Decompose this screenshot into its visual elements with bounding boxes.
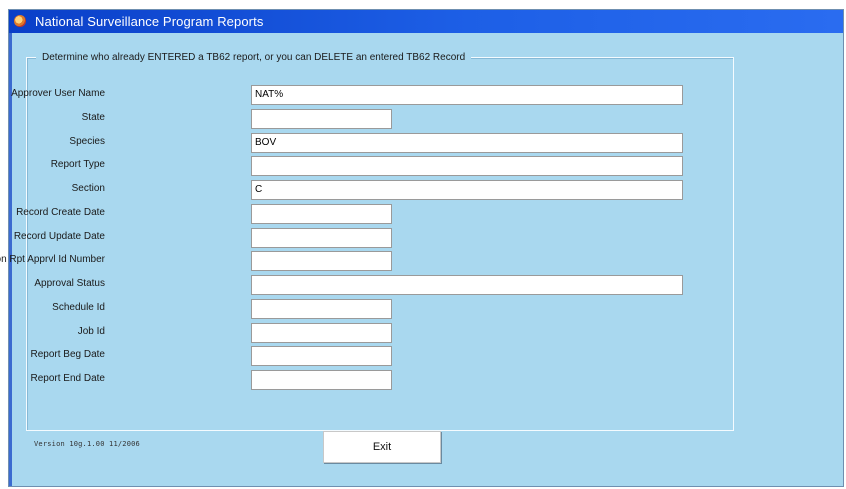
label-mon-rpt-apprvl-id: Mon Rpt Apprvl Id Number xyxy=(0,254,105,265)
app-icon xyxy=(13,14,29,30)
titlebar: National Surveillance Program Reports xyxy=(9,10,843,33)
record-create-date-field[interactable] xyxy=(251,204,392,224)
row-record-create-date: Record Create Date xyxy=(9,204,709,224)
row-report-type: Report Type xyxy=(9,156,709,176)
row-section: Section C xyxy=(9,180,709,200)
label-state: State xyxy=(81,112,105,123)
window-title: National Surveillance Program Reports xyxy=(35,14,264,29)
exit-button[interactable]: Exit xyxy=(323,431,441,463)
label-schedule-id: Schedule Id xyxy=(52,302,105,313)
label-report-beg-date: Report Beg Date xyxy=(30,349,106,360)
row-job-id: Job Id xyxy=(9,323,709,343)
report-type-field[interactable] xyxy=(251,156,683,176)
label-approval-status: Approval Status xyxy=(34,278,105,289)
row-schedule-id: Schedule Id xyxy=(9,299,709,319)
job-id-field[interactable] xyxy=(251,323,392,343)
state-field[interactable] xyxy=(251,109,392,129)
approver-user-name-field[interactable]: NAT% xyxy=(251,85,683,105)
label-section: Section xyxy=(71,183,105,194)
record-update-date-field[interactable] xyxy=(251,228,392,248)
approval-status-field[interactable] xyxy=(251,275,683,295)
row-record-update-date: Record Update Date xyxy=(9,228,709,248)
label-record-update-date: Record Update Date xyxy=(13,231,105,242)
row-report-beg-date: Report Beg Date xyxy=(9,346,709,366)
row-approver-user-name: Approver User Name NAT% xyxy=(9,85,709,105)
row-approval-status: Approval Status xyxy=(9,275,709,295)
version-text: Version 10g.1.00 11/2006 xyxy=(34,440,140,448)
label-job-id: Job Id xyxy=(77,326,105,337)
schedule-id-field[interactable] xyxy=(251,299,392,319)
report-beg-date-field[interactable] xyxy=(251,346,392,366)
label-record-create-date: Record Create Date xyxy=(16,207,105,218)
report-window: National Surveillance Program Reports De… xyxy=(0,9,844,487)
report-end-date-field[interactable] xyxy=(251,370,392,390)
row-state: State xyxy=(9,109,709,129)
label-species: Species xyxy=(69,136,105,147)
row-mon-rpt-apprvl-id: Mon Rpt Apprvl Id Number xyxy=(0,251,709,271)
label-report-end-date: Report End Date xyxy=(30,373,106,384)
section-field[interactable]: C xyxy=(251,180,683,200)
row-report-end-date: Report End Date xyxy=(9,370,709,390)
label-report-type: Report Type xyxy=(50,159,105,170)
row-species: Species BOV xyxy=(9,133,709,153)
label-approver-user-name: Approver User Name xyxy=(11,88,105,99)
species-field[interactable]: BOV xyxy=(251,133,683,153)
mon-rpt-apprvl-id-field[interactable] xyxy=(251,251,392,271)
frame-legend: Determine who already ENTERED a TB62 rep… xyxy=(36,52,472,63)
